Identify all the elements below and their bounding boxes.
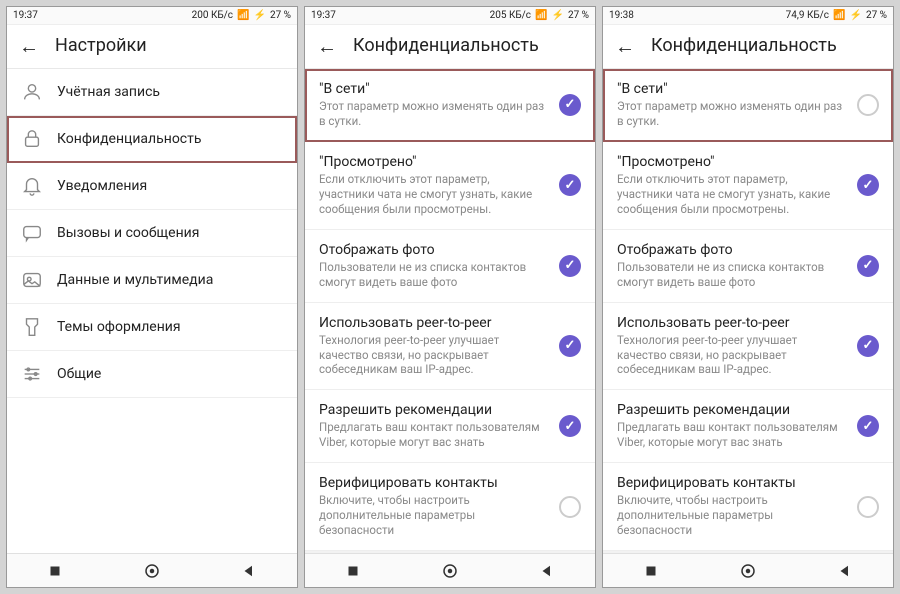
nav-recent-icon[interactable] bbox=[343, 561, 363, 581]
nav-recent-icon[interactable] bbox=[45, 561, 65, 581]
toggle-verify[interactable] bbox=[559, 496, 581, 518]
privacy-item-p2p[interactable]: Использовать peer-to-peer Технология pee… bbox=[603, 303, 893, 391]
privacy-list: "В сети" Этот параметр можно изменять од… bbox=[603, 69, 893, 553]
nav-back-icon[interactable] bbox=[835, 561, 855, 581]
phone-screen-1: 19:37 200 КБ/с 📶 ⚡ 27 % ← Настройки Учёт… bbox=[6, 6, 298, 588]
nav-bar bbox=[305, 553, 595, 587]
battery-icon: ⚡ bbox=[552, 10, 564, 21]
nav-home-icon[interactable] bbox=[738, 561, 758, 581]
general-icon bbox=[21, 363, 43, 385]
nav-back-icon[interactable] bbox=[239, 561, 259, 581]
privacy-item-seen[interactable]: "Просмотрено" Если отключить этот параме… bbox=[305, 142, 595, 230]
privacy-item-verify[interactable]: Верифицировать контакты Включите, чтобы … bbox=[603, 463, 893, 551]
nav-home-icon[interactable] bbox=[142, 561, 162, 581]
page-title: Настройки bbox=[55, 35, 147, 56]
status-net: 205 КБ/с bbox=[490, 10, 531, 21]
back-icon[interactable]: ← bbox=[317, 36, 337, 56]
toggle-photo[interactable] bbox=[559, 255, 581, 277]
chat-icon bbox=[21, 222, 43, 244]
status-bar: 19:38 74,9 КБ/с 📶 ⚡ 27 % bbox=[603, 7, 893, 25]
battery-icon: ⚡ bbox=[850, 10, 862, 21]
settings-list: Учётная запись Конфиденциальность Уведом… bbox=[7, 69, 297, 553]
status-batt: 27 % bbox=[270, 10, 291, 21]
back-icon[interactable]: ← bbox=[615, 36, 635, 56]
privacy-item-recommend[interactable]: Разрешить рекомендации Предлагать ваш ко… bbox=[305, 390, 595, 463]
privacy-item-photo[interactable]: Отображать фото Пользователи не из списк… bbox=[305, 230, 595, 303]
back-icon[interactable]: ← bbox=[19, 36, 39, 56]
settings-item-notifications[interactable]: Уведомления bbox=[7, 163, 297, 210]
theme-icon bbox=[21, 316, 43, 338]
toggle-verify[interactable] bbox=[857, 496, 879, 518]
toggle-recommend[interactable] bbox=[857, 415, 879, 437]
phone-screen-2: 19:37 205 КБ/с 📶 ⚡ 27 % ← Конфиденциальн… bbox=[304, 6, 596, 588]
nav-bar bbox=[7, 553, 297, 587]
privacy-item-online[interactable]: "В сети" Этот параметр можно изменять од… bbox=[603, 69, 893, 142]
status-bar: 19:37 200 КБ/с 📶 ⚡ 27 % bbox=[7, 7, 297, 25]
toggle-p2p[interactable] bbox=[559, 335, 581, 357]
nav-recent-icon[interactable] bbox=[641, 561, 661, 581]
status-net: 200 КБ/с bbox=[192, 10, 233, 21]
toggle-online[interactable] bbox=[857, 94, 879, 116]
settings-item-calls[interactable]: Вызовы и сообщения bbox=[7, 210, 297, 257]
lock-icon bbox=[21, 128, 43, 150]
signal-icon: 📶 bbox=[535, 10, 547, 21]
signal-icon: 📶 bbox=[237, 10, 249, 21]
settings-item-general[interactable]: Общие bbox=[7, 351, 297, 398]
toggle-p2p[interactable] bbox=[857, 335, 879, 357]
status-time: 19:37 bbox=[311, 10, 336, 21]
privacy-item-seen[interactable]: "Просмотрено" Если отключить этот параме… bbox=[603, 142, 893, 230]
battery-icon: ⚡ bbox=[254, 10, 266, 21]
privacy-item-photo[interactable]: Отображать фото Пользователи не из списк… bbox=[603, 230, 893, 303]
nav-bar bbox=[603, 553, 893, 587]
header: ← Конфиденциальность bbox=[603, 25, 893, 69]
nav-back-icon[interactable] bbox=[537, 561, 557, 581]
privacy-item-verify[interactable]: Верифицировать контакты Включите, чтобы … bbox=[305, 463, 595, 551]
status-batt: 27 % bbox=[568, 10, 589, 21]
toggle-online[interactable] bbox=[559, 94, 581, 116]
nav-home-icon[interactable] bbox=[440, 561, 460, 581]
header: ← Настройки bbox=[7, 25, 297, 69]
user-icon bbox=[21, 81, 43, 103]
page-title: Конфиденциальность bbox=[353, 35, 539, 56]
page-title: Конфиденциальность bbox=[651, 35, 837, 56]
privacy-list: "В сети" Этот параметр можно изменять од… bbox=[305, 69, 595, 553]
toggle-seen[interactable] bbox=[857, 174, 879, 196]
toggle-recommend[interactable] bbox=[559, 415, 581, 437]
media-icon bbox=[21, 269, 43, 291]
phone-screen-3: 19:38 74,9 КБ/с 📶 ⚡ 27 % ← Конфиденциаль… bbox=[602, 6, 894, 588]
status-time: 19:37 bbox=[13, 10, 38, 21]
privacy-item-online[interactable]: "В сети" Этот параметр можно изменять од… bbox=[305, 69, 595, 142]
status-time: 19:38 bbox=[609, 10, 634, 21]
status-batt: 27 % bbox=[866, 10, 887, 21]
status-bar: 19:37 205 КБ/с 📶 ⚡ 27 % bbox=[305, 7, 595, 25]
settings-item-themes[interactable]: Темы оформления bbox=[7, 304, 297, 351]
toggle-seen[interactable] bbox=[559, 174, 581, 196]
signal-icon: 📶 bbox=[833, 10, 845, 21]
status-net: 74,9 КБ/с bbox=[786, 10, 829, 21]
toggle-photo[interactable] bbox=[857, 255, 879, 277]
bell-icon bbox=[21, 175, 43, 197]
header: ← Конфиденциальность bbox=[305, 25, 595, 69]
privacy-item-p2p[interactable]: Использовать peer-to-peer Технология pee… bbox=[305, 303, 595, 391]
settings-item-account[interactable]: Учётная запись bbox=[7, 69, 297, 116]
settings-item-privacy[interactable]: Конфиденциальность bbox=[7, 116, 297, 163]
privacy-item-recommend[interactable]: Разрешить рекомендации Предлагать ваш ко… bbox=[603, 390, 893, 463]
settings-item-media[interactable]: Данные и мультимедиа bbox=[7, 257, 297, 304]
